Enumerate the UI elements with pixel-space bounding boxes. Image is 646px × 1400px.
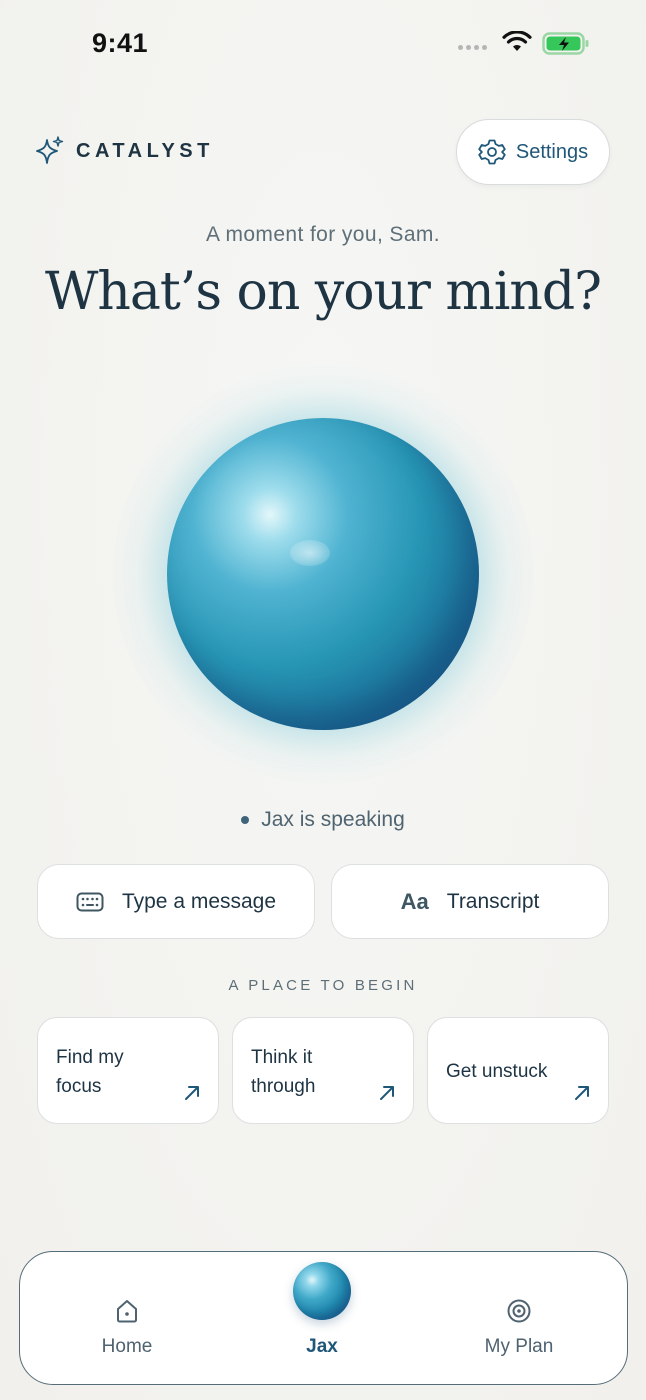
transcript-button[interactable]: Aa Transcript	[331, 864, 609, 939]
type-message-button[interactable]: Type a message	[37, 864, 315, 939]
settings-button[interactable]: Settings	[456, 119, 610, 185]
settings-label: Settings	[515, 140, 589, 163]
suggestion-card-think-it-through[interactable]: Think it through	[232, 1017, 414, 1124]
text-size-icon: Aa	[400, 888, 429, 914]
nav-item-jax[interactable]: Jax	[282, 1262, 362, 1358]
section-heading: A PLACE TO BEGIN	[228, 977, 418, 994]
speaking-status: Jax is speaking	[0, 808, 646, 832]
suggestion-label: Get unstuck	[446, 1061, 548, 1082]
nav-label-home: Home	[101, 1336, 153, 1357]
target-icon	[507, 1299, 531, 1323]
nav-label-jax: Jax	[306, 1336, 338, 1357]
brand-logo: CATALYST	[36, 136, 214, 166]
home-icon	[117, 1300, 137, 1323]
arrow-up-right-icon	[185, 1086, 199, 1100]
type-message-label: Type a message	[121, 889, 277, 913]
jax-orb-icon	[293, 1262, 351, 1320]
battery-icon	[542, 32, 589, 55]
nav-item-home[interactable]: Home	[88, 1298, 166, 1358]
greeting-text: A moment for you, Sam.	[205, 223, 441, 246]
keyboard-icon	[76, 892, 104, 911]
transcript-label: Transcript	[446, 889, 540, 913]
status-bar: 9:41	[0, 0, 646, 90]
nav-item-my-plan[interactable]: My Plan	[475, 1298, 563, 1358]
signal-icon	[458, 45, 487, 50]
suggestion-card-find-my-focus[interactable]: Find my focus	[37, 1017, 219, 1124]
wifi-icon	[502, 31, 532, 51]
jax-voice-orb[interactable]	[167, 418, 479, 730]
status-dot-icon	[241, 816, 250, 824]
nav-label-my-plan: My Plan	[484, 1336, 554, 1357]
suggestion-label: Think it through	[251, 1047, 316, 1097]
speaking-status-label: Jax is speaking	[261, 808, 405, 831]
status-time: 9:41	[92, 28, 149, 58]
page-title: What’s on your mind?	[44, 262, 602, 322]
suggestion-label: Find my focus	[56, 1047, 124, 1097]
bottom-navigation: Home Jax My Plan	[19, 1251, 628, 1385]
brand-name: CATALYST	[76, 139, 214, 162]
suggestion-card-get-unstuck[interactable]: Get unstuck	[427, 1017, 609, 1124]
gear-icon	[478, 139, 506, 165]
arrow-up-right-icon	[575, 1086, 589, 1100]
sparkle-icon	[36, 136, 64, 164]
arrow-up-right-icon	[380, 1086, 394, 1100]
orb-highlight	[290, 540, 330, 566]
